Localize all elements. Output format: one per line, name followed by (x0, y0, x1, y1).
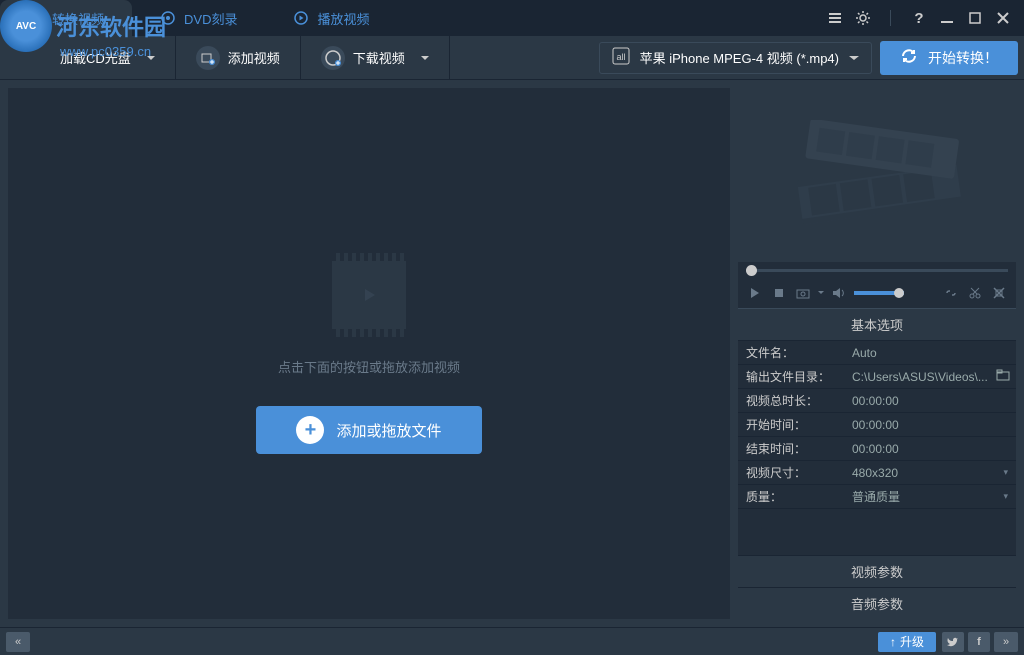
chevron-down-icon (421, 54, 429, 62)
button-label: 下载视频 (353, 48, 405, 67)
upgrade-button[interactable]: ↑ 升级 (878, 632, 936, 652)
prop-filename: 文件名： Auto (738, 341, 1016, 365)
volume-icon[interactable] (830, 284, 848, 302)
button-label: 开始转换！ (928, 48, 998, 68)
play-icon (293, 10, 309, 26)
minimize-icon[interactable] (938, 9, 956, 27)
format-label: 苹果 iPhone MPEG-4 视频 (*.mp4) (640, 48, 839, 67)
start-convert-button[interactable]: 开始转换！ (880, 41, 1018, 75)
window-controls: ? (826, 9, 1024, 27)
convert-icon (900, 47, 918, 68)
prop-end-time: 结束时间： 00:00:00 (738, 437, 1016, 461)
up-arrow-icon: ↑ (890, 635, 896, 649)
play-button[interactable] (746, 284, 764, 302)
button-label: 添加或拖放文件 (336, 420, 441, 441)
stop-button[interactable] (770, 284, 788, 302)
app-window: AVC 河东软件园 www.pc0359.cn 转换视频 DVD刻录 播放视频 … (0, 0, 1024, 655)
prop-total-duration: 视频总时长： 00:00:00 (738, 389, 1016, 413)
main-area: 点击下面的按钮或拖放添加视频 + 添加或拖放文件 (0, 80, 1024, 627)
all-icon: all (612, 47, 630, 68)
menu-icon[interactable] (826, 9, 844, 27)
video-params-section[interactable]: 视频参数 (738, 555, 1016, 587)
prop-output-dir: 输出文件目录： C:\Users\ASUS\Videos\... (738, 365, 1016, 389)
prop-quality: 质量： 普通质量 (738, 485, 1016, 509)
tab-label: 播放视频 (317, 9, 369, 28)
film-reel-icon (787, 120, 967, 230)
add-file-button[interactable]: + 添加或拖放文件 (256, 406, 481, 454)
maximize-icon[interactable] (966, 9, 984, 27)
settings-icon[interactable] (854, 9, 872, 27)
output-format-selector[interactable]: all 苹果 iPhone MPEG-4 视频 (*.mp4) (599, 42, 872, 74)
volume-slider[interactable] (854, 291, 904, 295)
svg-text:all: all (616, 52, 625, 62)
divider (882, 9, 900, 27)
plus-icon: + (296, 416, 324, 444)
button-label: 添加视频 (228, 48, 280, 67)
seek-bar[interactable] (738, 262, 1016, 278)
watermark-url: www.pc0359.cn (60, 44, 151, 59)
link-icon[interactable] (942, 284, 960, 302)
file-placeholder-icon (332, 253, 406, 337)
right-panel: 基本选项 文件名： Auto 输出文件目录： C:\Users\ASUS\Vid… (738, 88, 1016, 619)
add-video-button[interactable]: 添加视频 (176, 36, 301, 79)
cut-icon[interactable] (966, 284, 984, 302)
prop-video-size: 视频尺寸： 480x320 (738, 461, 1016, 485)
folder-browse-icon[interactable] (996, 369, 1010, 384)
crop-icon[interactable] (990, 284, 1008, 302)
basic-options-title: 基本选项 (738, 309, 1016, 341)
preview-area (738, 88, 1016, 262)
download-video-button[interactable]: 下载视频 (301, 36, 450, 79)
audio-params-section[interactable]: 音频参数 (738, 587, 1016, 619)
collapse-left-icon[interactable]: « (6, 632, 30, 652)
tab-play-video[interactable]: 播放视频 (265, 0, 397, 36)
close-icon[interactable] (994, 9, 1012, 27)
twitter-icon[interactable] (942, 632, 964, 652)
download-icon (321, 46, 345, 70)
collapse-right-icon[interactable]: » (994, 632, 1018, 652)
snapshot-button[interactable] (794, 284, 812, 302)
bottom-bar: « ↑ 升级 f » (0, 627, 1024, 655)
chevron-down-icon (849, 54, 859, 62)
content-area[interactable]: 点击下面的按钮或拖放添加视频 + 添加或拖放文件 (8, 88, 730, 619)
watermark-overlay: AVC 河东软件园 www.pc0359.cn (0, 0, 166, 52)
placeholder-text: 点击下面的按钮或拖放添加视频 (278, 357, 460, 376)
facebook-icon[interactable]: f (968, 632, 990, 652)
chevron-down-icon[interactable] (818, 290, 824, 296)
media-controls (738, 278, 1016, 309)
tab-label: DVD刻录 (184, 9, 237, 28)
add-video-icon (196, 46, 220, 70)
prop-start-time: 开始时间： 00:00:00 (738, 413, 1016, 437)
help-icon[interactable]: ? (910, 9, 928, 27)
watermark-brand: 河东软件园 (56, 10, 166, 42)
logo-icon: AVC (0, 0, 52, 52)
